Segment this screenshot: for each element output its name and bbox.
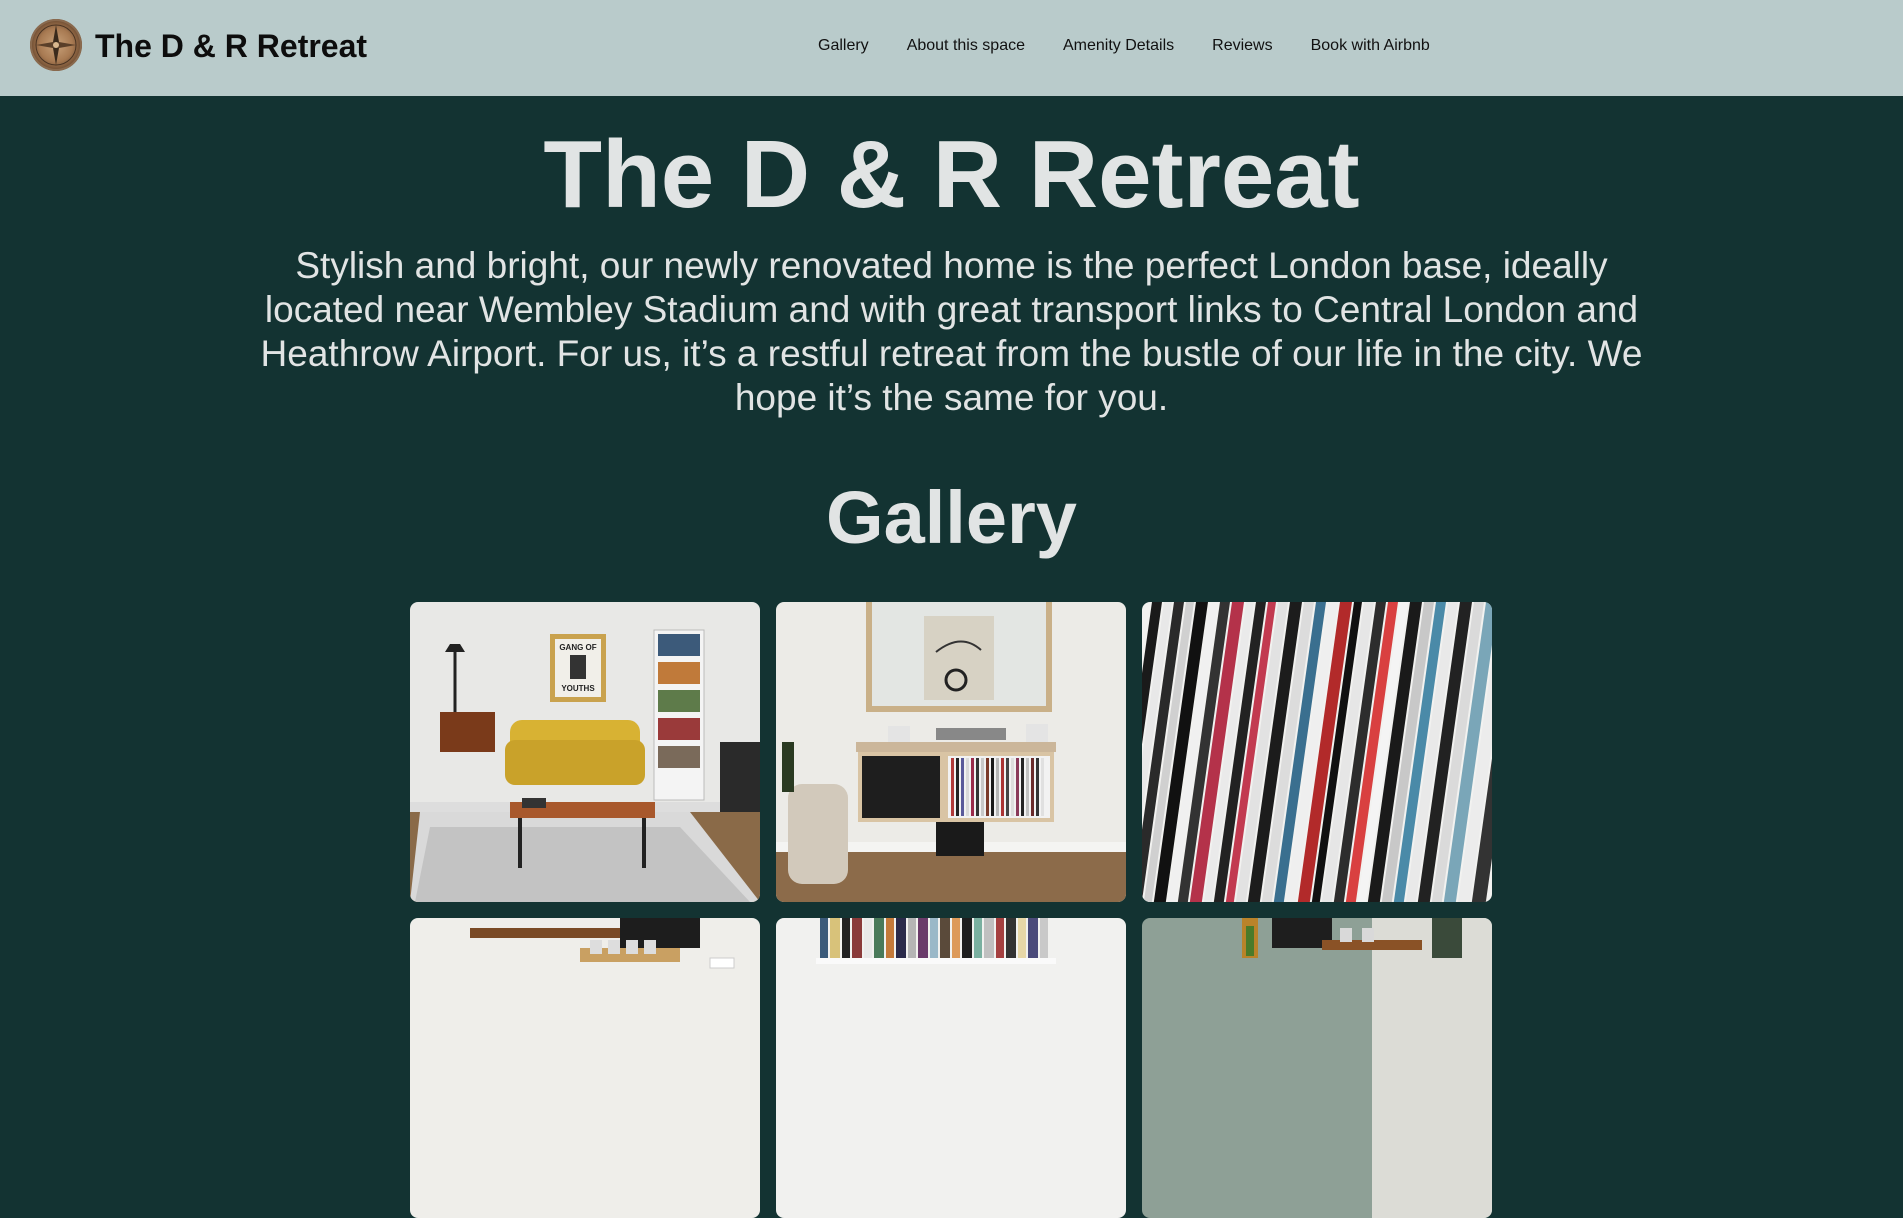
nav-link-reviews[interactable]: Reviews [1212, 36, 1272, 56]
gallery-photo-record-cabinet[interactable] [776, 602, 1126, 902]
hero-description: Stylish and bright, our newly renovated … [260, 245, 1643, 418]
brand-title[interactable]: The D & R Retreat [95, 26, 367, 66]
gallery-photo-kitchen-corner[interactable] [1142, 918, 1492, 1218]
gallery-photo-bookshelf[interactable] [776, 918, 1126, 1218]
compass-logo-icon[interactable] [30, 19, 82, 71]
poster-text-line1: GANG OF [559, 643, 596, 652]
gallery-photo-vinyl-records[interactable] [1142, 602, 1492, 902]
nav-link-gallery[interactable]: Gallery [818, 36, 869, 56]
nav-link-about[interactable]: About this space [907, 36, 1025, 56]
gallery-photo-kitchen-shelf[interactable] [410, 918, 760, 1218]
nav-link-amenities[interactable]: Amenity Details [1063, 36, 1174, 56]
gallery-heading: Gallery [826, 476, 1077, 559]
nav-menu: Gallery About this space Amenity Details… [818, 36, 1430, 56]
top-navbar: The D & R Retreat Gallery About this spa… [0, 0, 1903, 96]
gallery-photo-living-room[interactable]: GANG OF YOUTHS [410, 602, 760, 902]
nav-link-book-airbnb[interactable]: Book with Airbnb [1311, 36, 1430, 56]
poster-text-line2: YOUTHS [561, 684, 595, 693]
hero-title: The D & R Retreat [543, 121, 1360, 228]
